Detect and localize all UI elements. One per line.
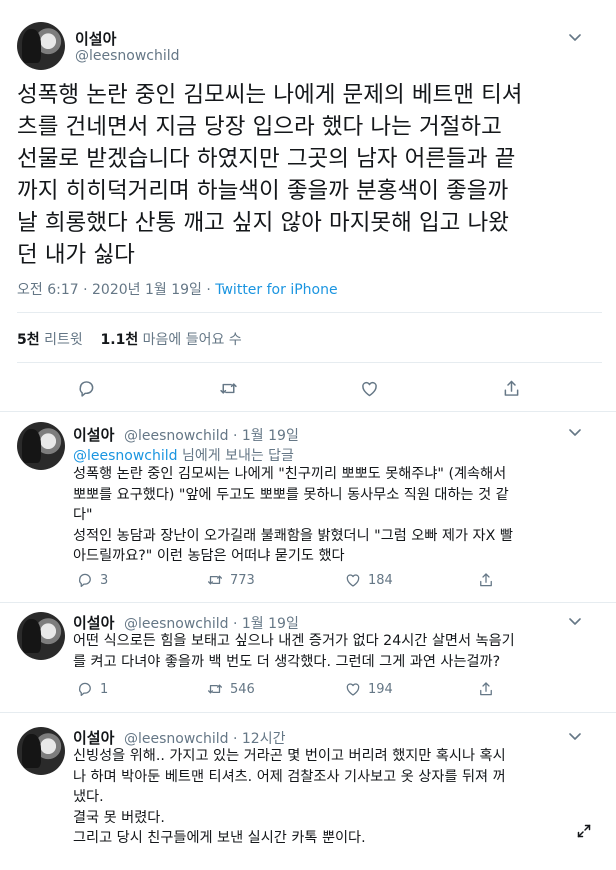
divider xyxy=(17,312,602,313)
retweet-count: 546 xyxy=(230,681,255,697)
chevron-down-icon[interactable] xyxy=(565,425,585,441)
tweet-text-line: 다" xyxy=(73,507,93,523)
tweet-text-line: 뽀뽀를 요구했다) "앞에 두고도 뽀뽀를 못하니 동사무소 직원 대하는 것 … xyxy=(73,486,509,503)
likes-label[interactable]: 마음에 들어요 수 xyxy=(138,332,242,348)
replying-to-label: 님에게 보내는 답글 xyxy=(177,448,294,464)
reply-icon xyxy=(78,380,93,397)
tweet-source[interactable]: Twitter for iPhone xyxy=(215,282,337,298)
share-button[interactable] xyxy=(497,374,525,402)
author-handle[interactable]: @leesnowchild xyxy=(75,48,180,64)
divider xyxy=(0,712,616,713)
divider xyxy=(17,362,602,363)
reply-icon xyxy=(78,682,91,697)
tweet-text-line: 를 켜고 다녀야 좋을까 백 번도 더 생각했다. 그런데 그게 과연 사는걸까… xyxy=(73,653,501,670)
retweet-icon xyxy=(219,382,237,394)
tweet-text-line: 신빙성을 위해.. 가지고 있는 거라곤 몇 번이고 버리려 했지만 혹시나 혹… xyxy=(73,748,506,764)
reply-count: 3 xyxy=(100,572,109,588)
retweet-icon xyxy=(207,684,223,694)
tweet-text-line: 결국 못 버렸다. xyxy=(73,809,165,826)
tweet-text-line: 어떤 식으로든 힘을 보태고 싶으나 내겐 증거가 없다 24시간 살면서 녹음… xyxy=(73,633,515,649)
like-count: 194 xyxy=(368,681,393,697)
tweet-text-line: 선물로 받겠습니다 하였지만 그곳의 남자 어른들과 끝 xyxy=(17,146,516,172)
tweet-text-line: 성폭행 논란 중인 김모씨는 나에게 "친구끼리 뽀뽀도 못해주냐" (계속해서 xyxy=(73,466,507,482)
tweet-text: 어떤 식으로든 힘을 보태고 싶으나 내겐 증거가 없다 24시간 살면서 녹음… xyxy=(73,631,603,672)
mention-link[interactable]: @leesnowchild xyxy=(73,448,178,464)
like-button[interactable]: 194 xyxy=(344,680,393,698)
tweet-text-line: 그리고 당시 친구들에게 보낸 실시간 카톡 뿐이다. xyxy=(73,830,366,846)
author-name[interactable]: 이설아 xyxy=(73,424,114,445)
reply-button[interactable]: 3 xyxy=(76,571,108,589)
tweet-text-line: 냈다. xyxy=(73,789,104,805)
tweet-text: 신빙성을 위해.. 가지고 있는 거라곤 몇 번이고 버리려 했지만 혹시나 혹… xyxy=(73,746,603,849)
retweet-button[interactable] xyxy=(214,374,242,402)
author-name[interactable]: 이설아 xyxy=(73,727,114,748)
chevron-down-icon[interactable] xyxy=(565,614,585,630)
tweet-text-line: 나 하며 박아둔 베트맨 티셔츠. 어제 검찰조사 기사보고 옷 상자를 뒤져 … xyxy=(73,768,506,785)
tweet-text-line: 날 희롱했다 산통 깨고 싶지 않아 마지못해 입고 나왔 xyxy=(17,210,509,236)
retweet-button[interactable]: 773 xyxy=(206,571,255,589)
like-button[interactable]: 184 xyxy=(344,571,393,589)
avatar[interactable] xyxy=(17,422,65,470)
retweet-button[interactable]: 546 xyxy=(206,680,255,698)
tweet-text-line: 까지 히히덕거리며 하늘색이 좋을까 분홍색이 좋을까 xyxy=(17,178,509,204)
tweet-text-line: 성폭행 논란 중인 김모씨는 나에게 문제의 베트맨 티셔 xyxy=(17,82,523,108)
author-name[interactable]: 이설아 xyxy=(73,612,114,633)
tweet-text-line: 츠를 건네면서 지금 당장 입으라 했다 나는 거절하고 xyxy=(17,114,502,140)
divider xyxy=(0,602,616,603)
tweet-meta: 오전 6:17 · 2020년 1월 19일 · Twitter for iPh… xyxy=(17,279,338,299)
like-icon xyxy=(361,381,377,396)
tweet-stats: 5천 리트윗 1.1천 마음에 들어요 수 xyxy=(17,329,242,349)
author-name[interactable]: 이설아 xyxy=(75,28,116,49)
author-handle[interactable]: @leesnowchild · 12시간 xyxy=(124,728,285,748)
tweet-timestamp[interactable]: 오전 6:17 · 2020년 1월 19일 · xyxy=(17,282,215,298)
retweets-label[interactable]: 리트윗 xyxy=(40,332,83,348)
reply-count: 1 xyxy=(100,681,109,697)
avatar[interactable] xyxy=(17,22,65,70)
chevron-down-icon[interactable] xyxy=(565,729,585,745)
tweet-text-line: 던 내가 싫다 xyxy=(17,242,135,268)
share-button[interactable] xyxy=(477,680,495,698)
avatar[interactable] xyxy=(17,727,65,775)
tweet-text: 성폭행 논란 중인 김모씨는 나에게 "친구끼리 뽀뽀도 못해주냐" (계속해서… xyxy=(73,464,603,567)
like-icon xyxy=(346,683,360,696)
tweet-text-line: 성적인 농담과 장난이 오가길래 불쾌함을 밝혔더니 "그럼 오빠 제가 자X … xyxy=(73,527,513,544)
tweet-text-line: 아드릴까요?" 이런 농담은 어떠냐 묻기도 했다 xyxy=(73,548,345,564)
like-count: 184 xyxy=(368,572,393,588)
share-icon xyxy=(504,380,518,396)
replying-to: @leesnowchild 님에게 보내는 답글 xyxy=(73,445,294,465)
like-icon xyxy=(346,574,360,587)
chevron-down-icon[interactable] xyxy=(565,30,585,46)
avatar[interactable] xyxy=(17,612,65,660)
share-icon xyxy=(480,573,492,587)
like-button[interactable] xyxy=(355,374,383,402)
author-handle[interactable]: @leesnowchild · 1월 19일 xyxy=(124,613,299,633)
author-handle[interactable]: @leesnowchild · 1월 19일 xyxy=(124,425,299,445)
share-icon xyxy=(480,682,492,696)
retweet-count: 773 xyxy=(230,572,255,588)
reply-button[interactable]: 1 xyxy=(76,680,108,698)
tweet-text: 성폭행 논란 중인 김모씨는 나에게 문제의 베트맨 티셔 츠를 건네면서 지금… xyxy=(17,79,602,271)
reply-icon xyxy=(78,573,91,588)
reply-button[interactable] xyxy=(72,374,100,402)
expand-icon[interactable] xyxy=(576,823,592,839)
likes-count[interactable]: 1.1천 xyxy=(101,332,139,348)
retweet-icon xyxy=(207,575,223,585)
divider xyxy=(0,411,616,412)
share-button[interactable] xyxy=(477,571,495,589)
retweets-count[interactable]: 5천 xyxy=(17,332,40,348)
